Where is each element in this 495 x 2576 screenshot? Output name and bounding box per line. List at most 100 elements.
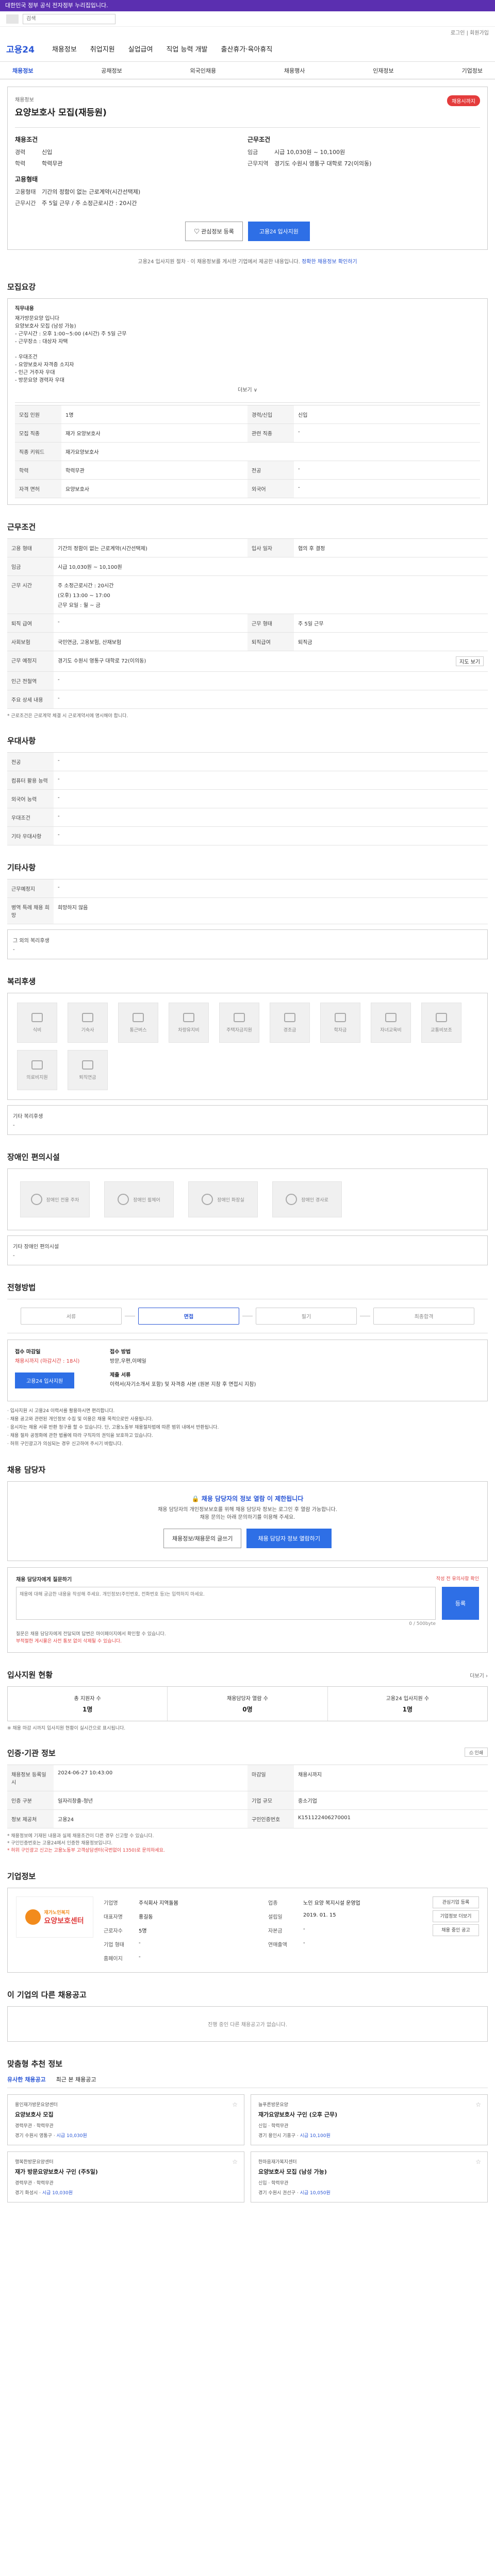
gnb-item-leave[interactable]: 출산휴가·육아휴직 bbox=[221, 44, 273, 54]
company-key: 홈페이지 bbox=[104, 1956, 123, 1962]
job-card[interactable]: ☆ 한마음재가복지센터 요양보호사 모집 (남성 가능) 신입 · 학력무관 경… bbox=[251, 2151, 488, 2202]
section-title: 이 기업의 다른 채용공고 bbox=[7, 1990, 87, 1999]
facility-other-box: 기타 장애인 편의시설 - bbox=[7, 1235, 488, 1265]
util-links-text[interactable]: 로그인 | 회원가입 bbox=[451, 30, 489, 36]
info-notes: * 채용정보에 기재된 내용과 실제 채용조건이 다른 경우 신고할 수 있습니… bbox=[7, 1833, 488, 1854]
company-box: 재가노인복지 요양보호센터 기업명 주식회사 지역돌봄 업종 노인 요양 복지시설 운영… bbox=[7, 1888, 488, 1973]
welfare-grid: 식비 기숙사 통근버스 차량유지비 주택자금지원 경조금 학자금 자녀교육비 교… bbox=[15, 999, 480, 1093]
subnav-item-public[interactable]: 공채정보 bbox=[101, 66, 122, 75]
job-summary: 채용조건 경력 신입 학력 학력무관 근무조건 임금 시급 10,030원 ~ 10,… bbox=[15, 127, 480, 212]
company-key: 자본금 bbox=[268, 1928, 283, 1934]
company-bookmark-button[interactable]: 관심기업 등록 bbox=[433, 1896, 479, 1908]
subnav-item-company[interactable]: 기업정보 bbox=[461, 66, 482, 75]
card-title[interactable]: 재가 방문요양보호사 구인 (주5일) bbox=[15, 2168, 237, 2176]
job-card[interactable]: ☆ 행복한방문요양센터 재가 방문요양보호사 구인 (주5일) 경력무관 · 학… bbox=[7, 2151, 244, 2202]
recruit-box: 직무내용 재가방문요양 입니다 요양보호사 모집 (남성 가능) - 근무시간 … bbox=[7, 298, 488, 505]
apply-now-button[interactable]: 고용24 입사지원 bbox=[15, 1372, 75, 1388]
star-icon[interactable]: ☆ bbox=[232, 2158, 238, 2165]
info-section: 인증·기관 정보 ⎙ 인쇄 채용정보 등록일시 2024-06-27 10:43:0… bbox=[7, 1748, 488, 1854]
tab-similar[interactable]: 유사한 채용공고 bbox=[7, 2075, 46, 2083]
job-card[interactable]: ☆ 용인재가방문요양센터 요양보호사 모집 경력무관 · 학력무관 경기 수원시… bbox=[7, 2094, 244, 2145]
card-title[interactable]: 요양보호사 모집 (남성 가능) bbox=[258, 2168, 480, 2176]
print-button[interactable]: ⎙ 인쇄 bbox=[465, 1748, 488, 1757]
pref-section: 우대사항 전공 - 컴퓨터 활용 능력 - 외국어 능력 - 우대조건 - 기타 우대사… bbox=[7, 735, 488, 845]
brand-logo[interactable]: 고용24 bbox=[6, 42, 35, 55]
bookmark-button[interactable]: ♡ 관심정보 등록 bbox=[185, 222, 243, 241]
stat-label: 총 지원자 수 bbox=[74, 1696, 101, 1702]
star-icon[interactable]: ☆ bbox=[475, 2101, 481, 2108]
contact-view-button[interactable]: 채용 담당자 정보 열람하기 bbox=[246, 1529, 332, 1548]
util-links[interactable]: 로그인 | 회원가입 bbox=[0, 27, 495, 36]
ramp-icon bbox=[286, 1194, 298, 1205]
card-company: 용인재가방문요양센터 bbox=[15, 2103, 58, 2108]
table-head: 병역 특례 채용 희망 bbox=[7, 898, 54, 924]
facility-tile: 장애인 화장실 bbox=[188, 1181, 258, 1217]
subnav-item-foreign[interactable]: 외국인채용 bbox=[190, 66, 217, 75]
table-cell: 2024-06-27 10:43:00 bbox=[54, 1765, 248, 1791]
job-card[interactable]: ☆ 늘푸른방문요양 재가요양보호사 구인 (오후 근무) 신입 · 학력무관 경… bbox=[251, 2094, 488, 2145]
table-cell: - bbox=[54, 690, 488, 709]
footer-spacer bbox=[7, 2202, 488, 2223]
job-header-card: 채용시까지 채용정보 요양보호사 모집(재등원) 채용조건 경력 신입 학력 학력무… bbox=[7, 87, 488, 250]
card-title[interactable]: 재가요양보호사 구인 (오후 근무) bbox=[258, 2111, 480, 2119]
search-input[interactable] bbox=[23, 13, 116, 24]
table-cell: 경기도 수원시 영통구 대학로 72(이의동) 지도 보기 bbox=[54, 651, 488, 672]
table-cell: - bbox=[54, 753, 488, 771]
card-meta: 경기 화성시 · 시급 10,030원 bbox=[15, 2189, 237, 2196]
child-icon bbox=[385, 1012, 397, 1022]
table-cell: 퇴직금 bbox=[294, 633, 488, 651]
star-icon[interactable]: ☆ bbox=[475, 2158, 481, 2165]
company-value: 2019. 01. 15 bbox=[303, 1912, 336, 1918]
table-cell: - bbox=[294, 424, 480, 443]
subnav-item-talent[interactable]: 인재정보 bbox=[373, 66, 393, 75]
apply-button[interactable]: 고용24 입사지원 bbox=[248, 222, 310, 241]
table-cell: - bbox=[54, 672, 488, 690]
facility-section: 장애인 편의시설 장애인 전용 주차 장애인 휠체어 장애인 화장실 장애인 경… bbox=[7, 1151, 488, 1265]
qa-note: 질문은 채용 담당자에게 전달되며 답변은 마이페이지에서 확인할 수 있습니다… bbox=[16, 1632, 166, 1637]
company-more-button[interactable]: 기업정보 더보기 bbox=[433, 1910, 479, 1922]
card-title[interactable]: 요양보호사 모집 bbox=[15, 2111, 237, 2119]
map-button[interactable]: 지도 보기 bbox=[456, 656, 484, 666]
table-cell: 중소기업 bbox=[294, 1791, 488, 1810]
card-pay: 시급 10,030원 bbox=[56, 2133, 87, 2139]
welfare-tile: 경조금 bbox=[270, 1003, 310, 1043]
section-title: 근무조건 bbox=[7, 522, 36, 532]
welfare-tile: 자녀교육비 bbox=[371, 1003, 411, 1043]
subnav-item-events[interactable]: 채용행사 bbox=[284, 66, 305, 75]
more-button[interactable]: 더보기 ∨ bbox=[15, 384, 480, 396]
qa-textarea[interactable] bbox=[16, 1587, 436, 1620]
gnb-item-skills[interactable]: 직업 능력 개발 bbox=[166, 44, 207, 54]
table-head: 우대조건 bbox=[7, 808, 54, 827]
qa-submit-button[interactable]: 등록 bbox=[442, 1587, 479, 1620]
table-cell: 채용시까지 bbox=[294, 1765, 488, 1791]
gnb-item-unemployment-benefit[interactable]: 실업급여 bbox=[128, 44, 153, 54]
table-head: 전공 bbox=[248, 461, 294, 480]
subnav-item-jobs[interactable]: 채용정보 bbox=[12, 66, 33, 75]
header-note-link[interactable]: 정확한 채용정보 확인하기 bbox=[302, 259, 357, 265]
summary-sub-type: 고용형태 bbox=[15, 176, 38, 183]
gnb-item-jobs[interactable]: 채용정보 bbox=[52, 44, 77, 54]
company-value: 5명 bbox=[139, 1928, 147, 1934]
company-value: 노인 요양 복지시설 운영업 bbox=[303, 1901, 360, 1906]
desc-line: - 요양보호사 자격증 소지자 bbox=[15, 362, 74, 368]
table-cell: - bbox=[54, 879, 488, 898]
table-head: 마감일 bbox=[248, 1765, 294, 1791]
job-description: 직무내용 재가방문요양 입니다 요양보호사 모집 (남성 가능) - 근무시간 … bbox=[15, 305, 480, 403]
company-jobs-button[interactable]: 채용 중인 공고 bbox=[433, 1924, 479, 1936]
list-item: 허위 구인광고가 의심되는 경우 신고하여 주시기 바랍니다. bbox=[7, 1440, 488, 1448]
company-value: - bbox=[139, 1940, 141, 1946]
tab-recent[interactable]: 최근 본 채용공고 bbox=[56, 2075, 96, 2083]
inquiry-write-button[interactable]: 채용정보/채용문의 글쓰기 bbox=[163, 1529, 242, 1548]
qa-warning-link[interactable]: 작성 전 유의사항 확인 bbox=[436, 1575, 479, 1583]
header-note-text: 고용24 입사지원 절차 · 이 채용정보를 게시한 기업에서 제공한 내용입니… bbox=[138, 259, 300, 265]
star-icon[interactable]: ☆ bbox=[232, 2101, 238, 2108]
table-head: 채용정보 등록일시 bbox=[7, 1765, 54, 1791]
site-logo[interactable] bbox=[6, 14, 19, 24]
gov-notice-bar: 대한민국 정부 공식 전자정부 누리집입니다. bbox=[0, 0, 495, 11]
wheelchair-icon bbox=[118, 1194, 129, 1205]
apply-period-label: 접수 마감일 bbox=[15, 1349, 41, 1355]
company-key: 근로자수 bbox=[104, 1928, 123, 1934]
stats-more-link[interactable]: 더보기 › bbox=[470, 1671, 488, 1679]
contact-buttons: 채용정보/채용문의 글쓰기 채용 담당자 정보 열람하기 bbox=[16, 1529, 479, 1548]
gnb-item-employment-support[interactable]: 취업지원 bbox=[90, 44, 115, 54]
